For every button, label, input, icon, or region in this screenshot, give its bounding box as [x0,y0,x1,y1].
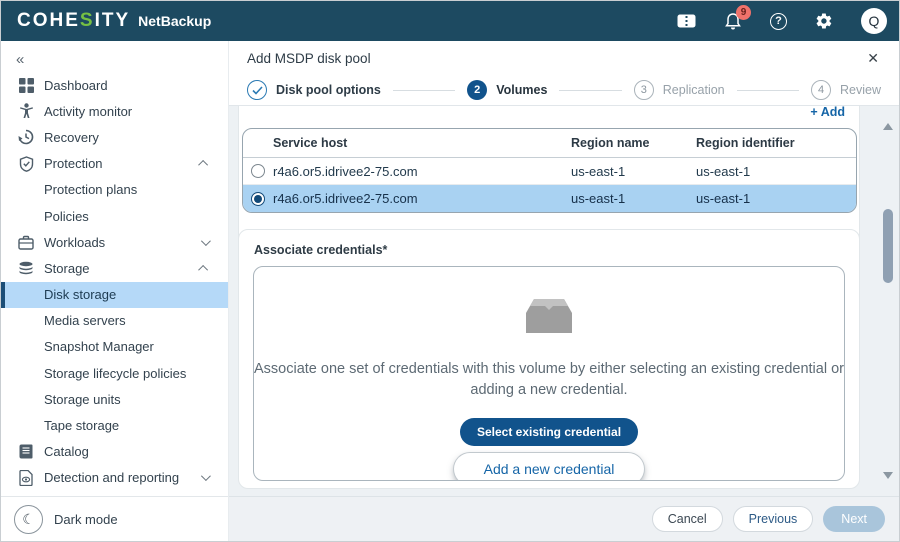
table-header-row: Service host Region name Region identifi… [243,129,856,158]
select-existing-credential-button[interactable]: Select existing credential [460,418,638,446]
settings-gear-icon[interactable] [815,12,833,30]
sidebar-item-protection[interactable]: Protection [1,151,228,177]
sidebar-collapse-icon[interactable]: « [1,41,228,72]
column-service-host: Service host [273,136,571,150]
license-ticket-icon[interactable] [677,14,696,28]
sidebar-item-policies[interactable]: Policies [1,203,228,229]
chevron-down-icon [201,236,211,246]
sidebar-item-activity-monitor[interactable]: Activity monitor [1,98,228,124]
notification-count-badge: 9 [736,5,751,20]
sidebar-item-storage-units[interactable]: Storage units [1,386,228,412]
sidebar-item-workloads[interactable]: Workloads [1,229,228,255]
sidebar-item-detection-and-reporting[interactable]: Detection and reporting [1,465,228,491]
chevron-up-icon [198,160,208,170]
service-host-table: Service host Region name Region identifi… [242,128,857,213]
credentials-description: Associate one set of credentials with th… [254,359,844,401]
associate-credentials-label: Associate credentials* [254,243,859,257]
sidebar-footer: ☾ Dark mode [1,496,228,541]
user-avatar[interactable]: Q [861,8,887,34]
chevron-down-icon [201,472,211,482]
scroll-up-icon[interactable] [882,122,894,131]
table-row[interactable]: r4a6.or5.idrivee2-75.com us-east-1 us-ea… [243,158,856,185]
step-disk-pool-options[interactable]: Disk pool options [247,80,381,100]
dialog-footer: Cancel Previous Next [229,496,899,541]
sidebar-item-snapshot-manager[interactable]: Snapshot Manager [1,334,228,360]
help-icon[interactable]: ? [770,13,787,30]
step-connector [737,90,799,91]
credentials-empty-state: Associate one set of credentials with th… [253,266,845,481]
dark-mode-label: Dark mode [54,512,118,527]
previous-button[interactable]: Previous [733,506,814,532]
sidebar-item-tape-storage[interactable]: Tape storage [1,412,228,438]
associate-credentials-section: Associate credentials* Associate one set… [238,229,860,489]
sidebar-item-dashboard[interactable]: Dashboard [1,72,228,98]
notifications-bell-icon[interactable]: 9 [724,12,742,31]
vertical-scrollbar[interactable] [880,114,896,488]
dialog-content: + Add Service host Region name Region id… [229,106,899,496]
radio-selected[interactable] [251,192,265,206]
activity-monitor-icon [18,103,34,119]
scroll-down-icon[interactable] [882,471,894,480]
add-new-credential-button[interactable]: Add a new credential [454,453,645,481]
product-name: NetBackup [138,13,211,29]
step-replication[interactable]: 3 Replication [634,80,725,100]
column-region-identifier: Region identifier [696,136,856,150]
add-msdp-disk-pool-dialog: Add MSDP disk pool ✕ Disk pool options 2… [229,41,899,541]
recovery-icon [18,129,34,145]
sidebar-item-storage-lifecycle-policies[interactable]: Storage lifecycle policies [1,360,228,386]
protection-shield-icon [18,156,34,172]
next-button[interactable]: Next [823,506,885,532]
wizard-steps: Disk pool options 2 Volumes 3 Replicatio… [229,75,899,106]
brand-logo: COHESITY NetBackup [17,10,211,32]
step-connector [393,90,455,91]
top-bar: COHESITY NetBackup 9 ? Q [1,1,899,41]
dialog-header: Add MSDP disk pool ✕ [229,41,899,75]
cohesity-logo: COHESITY [17,10,130,32]
sidebar-item-protection-plans[interactable]: Protection plans [1,177,228,203]
column-region-name: Region name [571,136,696,150]
moon-icon: ☾ [22,511,35,528]
empty-tray-icon [526,299,572,338]
step-review[interactable]: 4 Review [811,80,881,100]
sidebar-item-recovery[interactable]: Recovery [1,124,228,150]
cancel-button[interactable]: Cancel [652,506,723,532]
sidebar-item-disk-storage[interactable]: Disk storage [1,282,228,308]
workloads-briefcase-icon [18,234,34,250]
add-volume-link[interactable]: + Add [239,106,845,119]
catalog-book-icon [18,444,34,460]
sidebar-nav: Dashboard Activity monitor Recovery [1,72,228,496]
storage-database-icon [18,260,34,276]
dark-mode-toggle[interactable]: ☾ [14,505,43,534]
close-icon[interactable]: ✕ [863,48,883,69]
app-window: COHESITY NetBackup 9 ? Q « [0,0,900,542]
table-row-selected[interactable]: r4a6.or5.idrivee2-75.com us-east-1 us-ea… [243,185,856,212]
step-check-icon [247,80,267,100]
step-volumes[interactable]: 2 Volumes [467,80,547,100]
scrollbar-thumb[interactable] [883,209,893,283]
sidebar-item-catalog[interactable]: Catalog [1,439,228,465]
chevron-up-icon [198,265,208,275]
sidebar-item-media-servers[interactable]: Media servers [1,308,228,334]
dashboard-icon [18,77,34,93]
dialog-title: Add MSDP disk pool [247,51,371,66]
sidebar-item-storage[interactable]: Storage [1,255,228,281]
radio-unselected[interactable] [251,164,265,178]
step-connector [559,90,621,91]
sidebar: « Dashboard Activity monitor [1,41,229,541]
detection-reporting-icon [18,470,34,486]
